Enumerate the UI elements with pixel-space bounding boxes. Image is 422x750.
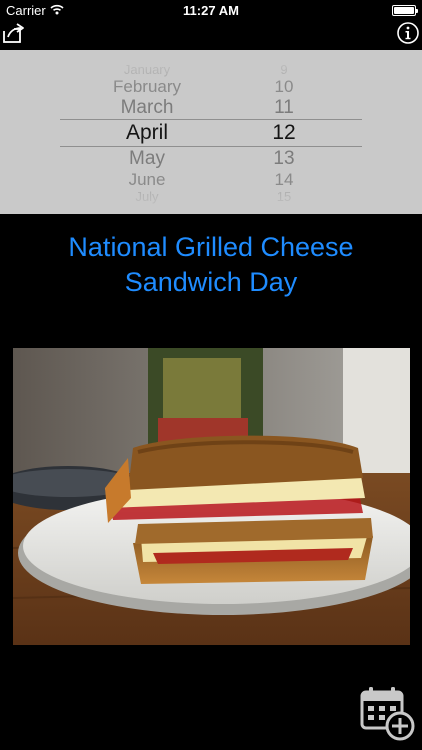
clock: 11:27 AM — [183, 3, 239, 18]
picker-month[interactable]: March — [64, 97, 230, 119]
holiday-title: National Grilled Cheese Sandwich Day — [68, 232, 354, 297]
calendar-add-icon[interactable] — [360, 684, 416, 742]
grilled-cheese-photo — [13, 348, 410, 645]
selected-month[interactable]: April — [64, 121, 230, 145]
picker-day[interactable]: 15 — [232, 189, 336, 204]
picker-day[interactable]: 13 — [232, 148, 336, 170]
share-icon[interactable] — [2, 22, 26, 44]
selection-divider — [60, 119, 362, 120]
picker-day[interactable]: 9 — [232, 62, 336, 77]
picker-month[interactable]: May — [64, 148, 230, 170]
picker-month[interactable]: July — [64, 189, 230, 204]
picker-day[interactable]: 10 — [232, 77, 336, 97]
selected-day[interactable]: 12 — [232, 121, 336, 145]
picker-month[interactable]: February — [64, 77, 230, 97]
battery-icon — [392, 5, 418, 16]
date-picker[interactable]: January 9 February 10 March 11 April 12 … — [0, 50, 422, 214]
selection-divider — [60, 146, 362, 147]
picker-month[interactable]: June — [64, 170, 230, 190]
picker-day[interactable]: 11 — [232, 97, 336, 119]
status-bar: Carrier 11:27 AM — [0, 0, 422, 22]
info-icon[interactable] — [396, 21, 420, 45]
picker-month[interactable]: January — [64, 62, 230, 77]
picker-day[interactable]: 14 — [232, 170, 336, 190]
